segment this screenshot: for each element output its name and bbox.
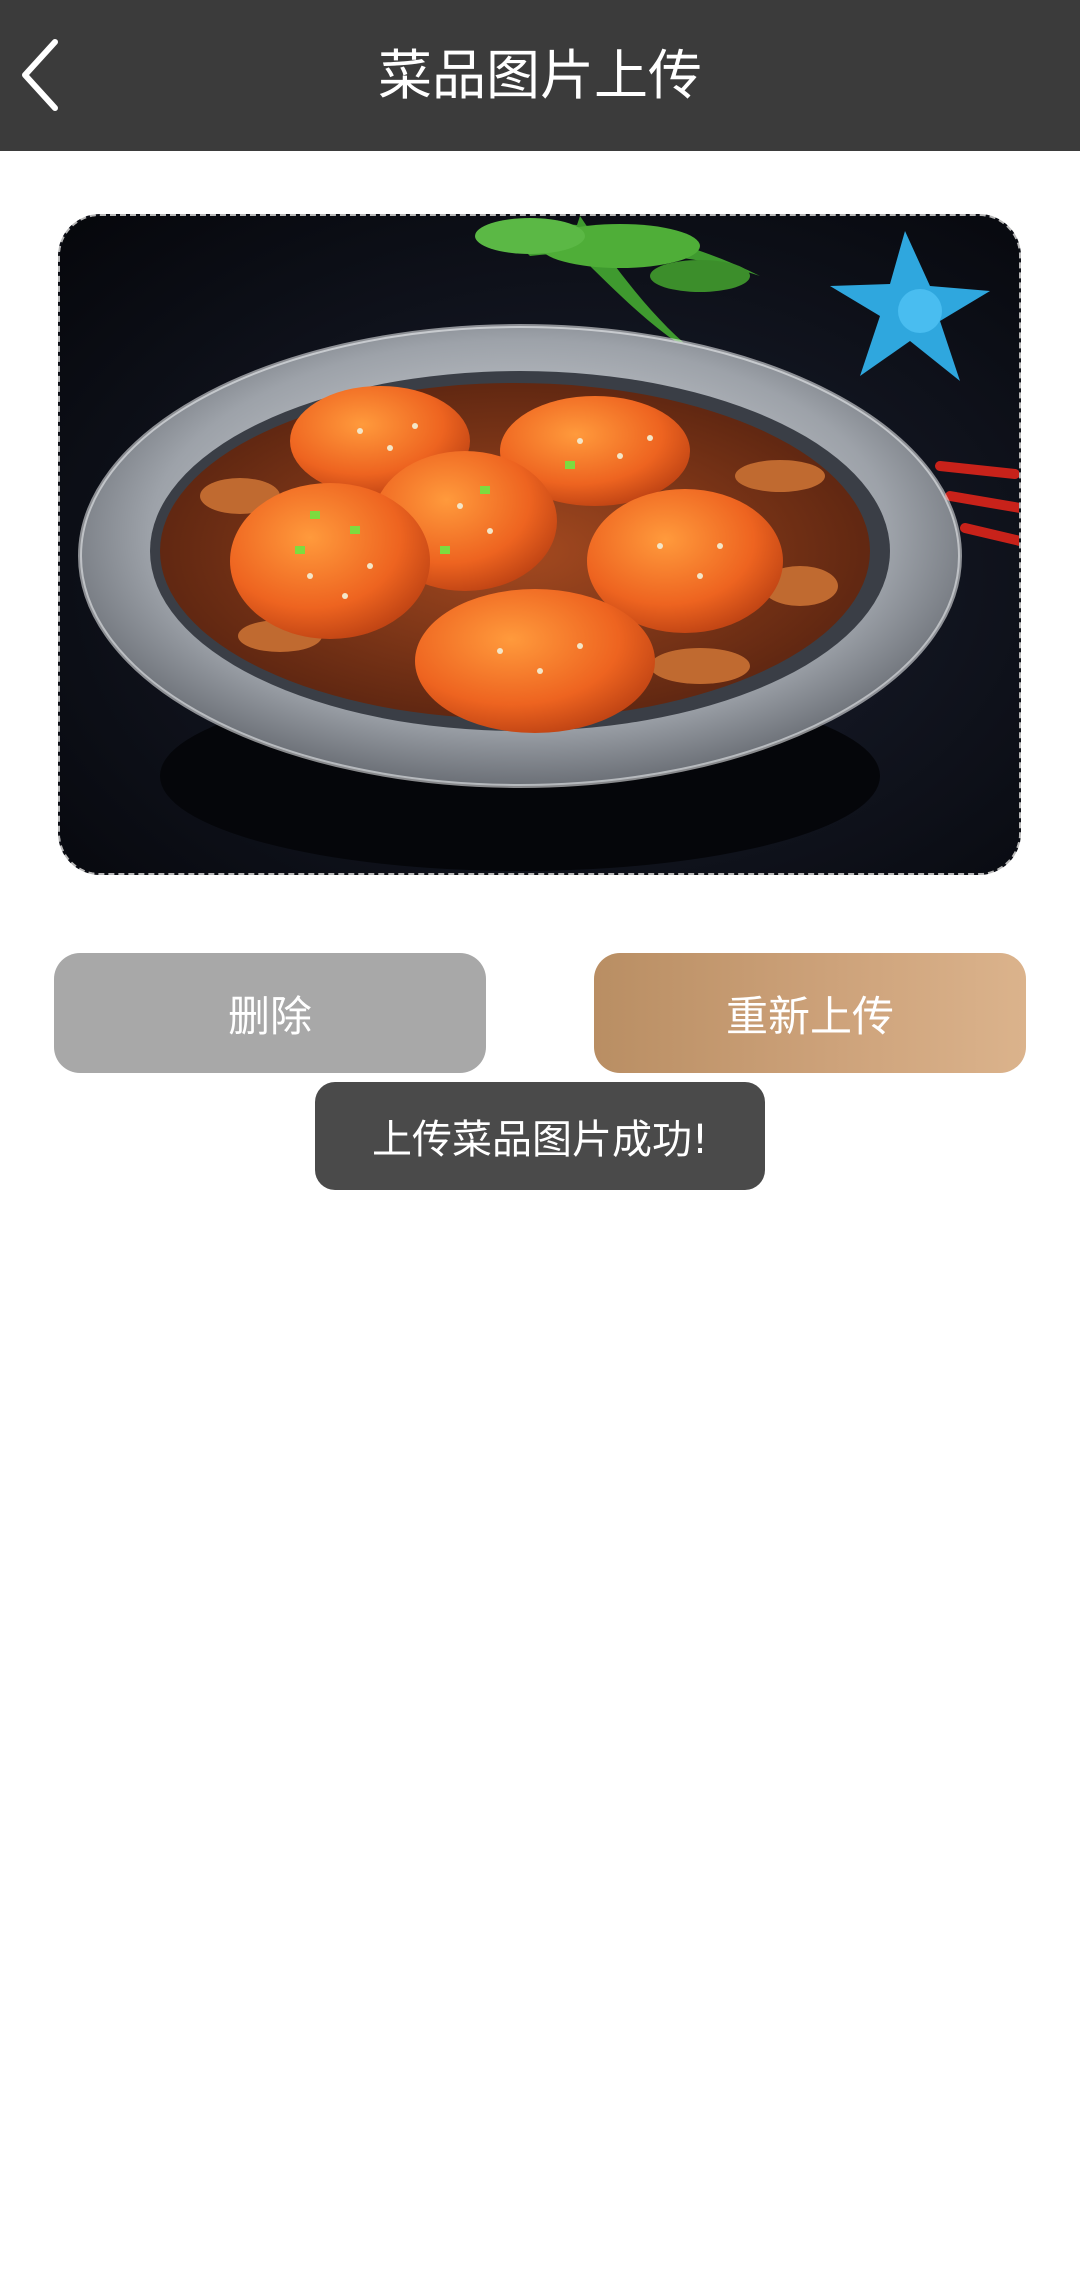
reupload-button[interactable]: 重新上传 [594, 953, 1026, 1073]
header-bar: 菜品图片上传 [0, 0, 1080, 151]
page-title: 菜品图片上传 [378, 44, 702, 107]
success-toast: 上传菜品图片成功! [315, 1082, 765, 1190]
dish-photo[interactable] [58, 214, 1021, 875]
dish-photo-illustration [60, 216, 1019, 873]
delete-button[interactable]: 删除 [54, 953, 486, 1073]
